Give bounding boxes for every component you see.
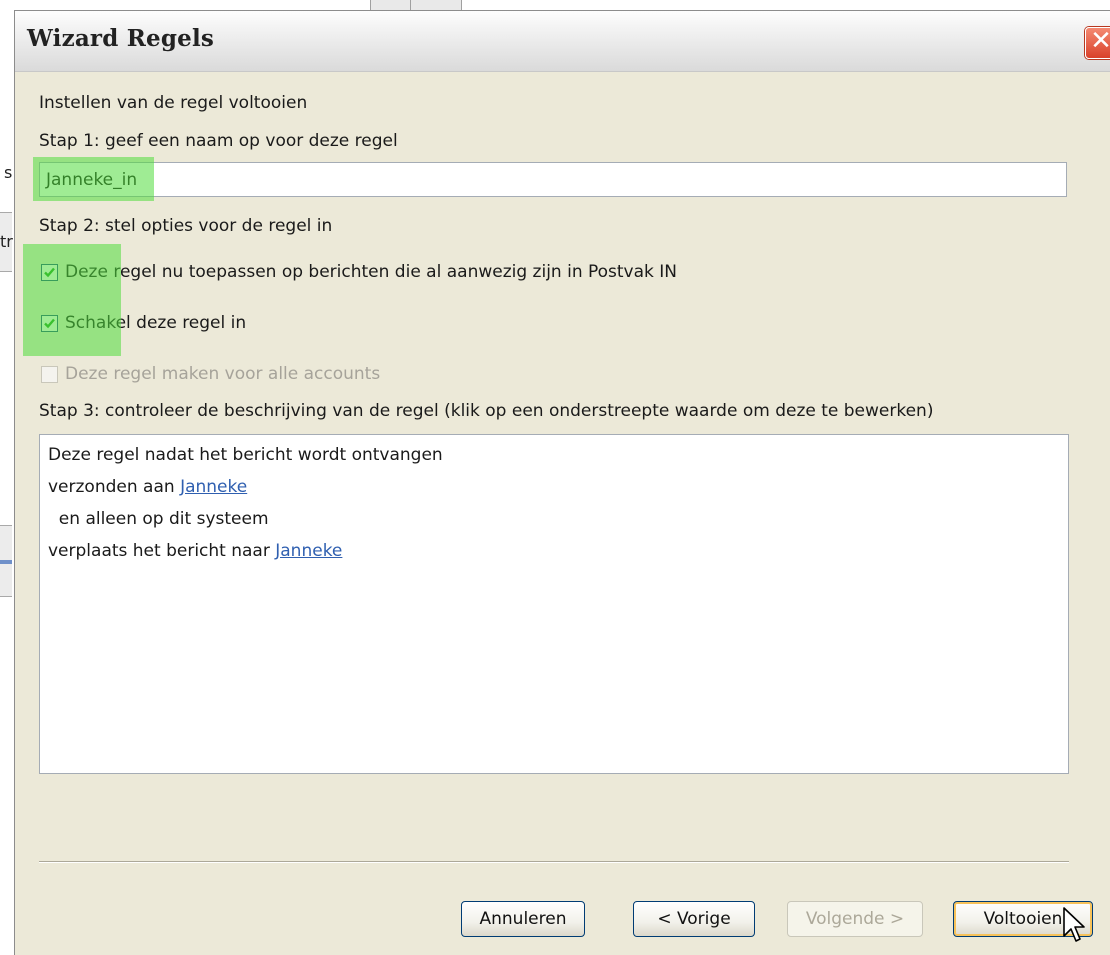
name-highlight xyxy=(33,157,154,201)
rule-description-box: Deze regel nadat het bericht wordt ontva… xyxy=(39,434,1069,774)
description-line: verplaats het bericht naar Janneke xyxy=(48,541,343,561)
background-scrollbar xyxy=(370,0,462,10)
checkbox-highlight xyxy=(23,244,121,356)
description-line: verzonden aan Janneke xyxy=(48,477,248,497)
all-accounts-checkbox[interactable] xyxy=(41,366,58,383)
mouse-pointer-icon xyxy=(1063,907,1085,942)
step2-label: Stap 2: stel opties voor de regel in xyxy=(39,216,333,236)
next-button[interactable]: Volgende > xyxy=(787,901,923,937)
title-bar[interactable]: Wizard Regels ✕ xyxy=(15,11,1110,72)
background-selection xyxy=(0,560,12,564)
background-divider xyxy=(410,0,411,10)
folder-link[interactable]: Janneke xyxy=(275,541,342,561)
step1-label: Stap 1: geef een naam op voor deze regel xyxy=(39,131,398,151)
rules-wizard-dialog: Wizard Regels ✕ Instellen van de regel v… xyxy=(14,10,1110,955)
close-icon: ✕ xyxy=(1090,26,1110,56)
description-line: Deze regel nadat het bericht wordt ontva… xyxy=(48,445,443,465)
background-text-fragment-2: tr xyxy=(0,232,13,251)
all-accounts-label: Deze regel maken voor alle accounts xyxy=(65,364,381,384)
step3-label: Stap 3: controleer de beschrijving van d… xyxy=(39,401,934,421)
recipient-link[interactable]: Janneke xyxy=(180,477,247,497)
apply-now-label: Deze regel nu toepassen op berichten die… xyxy=(65,262,678,282)
cancel-button[interactable]: Annuleren xyxy=(461,901,585,937)
close-button[interactable]: ✕ xyxy=(1085,26,1110,59)
description-line: en alleen op dit systeem xyxy=(48,509,269,529)
intro-label: Instellen van de regel voltooien xyxy=(39,93,308,113)
dialog-title: Wizard Regels xyxy=(27,25,215,52)
background-text-fragment: s xyxy=(4,163,13,182)
button-separator xyxy=(39,861,1069,863)
previous-button[interactable]: < Vorige xyxy=(633,901,755,937)
rule-name-input[interactable]: Janneke_in xyxy=(39,162,1067,197)
background-window xyxy=(0,0,14,954)
